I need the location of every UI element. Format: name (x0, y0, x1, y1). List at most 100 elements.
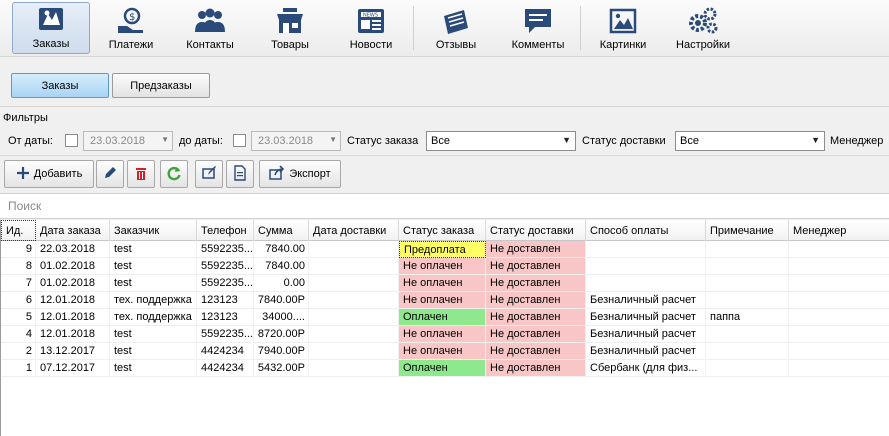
column-header-delivery-date[interactable]: Дата доставки (309, 220, 399, 241)
column-header-payment-method[interactable]: Способ оплаты (586, 220, 706, 241)
ribbon-contacts[interactable]: Контакты (178, 2, 242, 54)
export-button-label: Экспорт (289, 168, 331, 180)
table-row[interactable]: 8 01.02.2018 test 5592235... 7840.00 Не оплач… (1, 258, 889, 275)
cell-delivery-status: Не доставлен (486, 292, 586, 309)
ribbon-comments[interactable]: Комменты (504, 2, 572, 54)
search-placeholder: Поиск (8, 199, 42, 213)
cell-id: 1 (1, 360, 36, 377)
column-header-manager[interactable]: Менеджер (789, 220, 889, 241)
cell-id: 7 (1, 275, 36, 292)
cell-sum: 7840.00 (254, 258, 309, 275)
cell-delivery-date (309, 309, 399, 326)
add-button[interactable]: Добавить (4, 160, 94, 188)
pictures-icon (606, 6, 640, 36)
cell-sum: 7840.00 (254, 241, 309, 258)
cell-order-date: 22.03.2018 (36, 241, 110, 258)
column-header-delivery-status[interactable]: Статус доставки (486, 220, 586, 241)
date-to-label: до даты: (179, 135, 223, 147)
delete-button[interactable] (127, 160, 155, 188)
refresh-button[interactable] (160, 160, 188, 188)
cell-sum: 7840.00Р (254, 292, 309, 309)
cell-id: 8 (1, 258, 36, 275)
cell-manager (789, 360, 889, 377)
cell-order-date: 12.01.2018 (36, 292, 110, 309)
cell-phone: 5592235... (197, 326, 254, 343)
ribbon-settings[interactable]: Настройки (670, 2, 736, 54)
table-row[interactable]: 6 12.01.2018 тех. поддержка 123123 7840.00Р Н… (1, 292, 889, 309)
ribbon-pictures[interactable]: Картинки (592, 2, 654, 54)
column-header-note[interactable]: Примечание (706, 220, 789, 241)
date-to-checkbox[interactable] (233, 134, 246, 147)
table-row[interactable]: 1 07.12.2017 test 4424234 5432.00Р Оплачен Не … (1, 360, 889, 377)
chevron-down-icon: ▼ (811, 135, 820, 145)
ribbon-orders[interactable]: Заказы (12, 2, 90, 54)
comments-icon (521, 6, 555, 36)
column-header-phone[interactable]: Телефон (197, 220, 254, 241)
cell-customer: test (110, 326, 197, 343)
table-row[interactable]: 5 12.01.2018 тех. поддержка 123123 34000....… (1, 309, 889, 326)
cell-order-date: 01.02.2018 (36, 258, 110, 275)
cell-delivery-date (309, 360, 399, 377)
cell-phone: 5592235... (197, 258, 254, 275)
cell-manager (789, 309, 889, 326)
cell-manager (789, 241, 889, 258)
ribbon-goods[interactable]: Товары (262, 2, 318, 54)
column-header-order-status[interactable]: Статус заказа (399, 220, 486, 241)
cell-delivery-status: Не доставлен (486, 275, 586, 292)
export-button[interactable]: Экспорт (259, 160, 341, 188)
tab-preorders[interactable]: Предзаказы (112, 73, 210, 98)
cell-note (706, 258, 789, 275)
tab-orders[interactable]: Заказы (11, 73, 109, 98)
cell-note (706, 326, 789, 343)
table-header: Ид. Дата заказа Заказчик Телефон Сумма Дата д… (1, 220, 889, 241)
cell-phone: 5592235... (197, 241, 254, 258)
ribbon-payments[interactable]: $ Платежи (100, 2, 162, 54)
cell-order-status: Не оплачен (399, 326, 486, 343)
order-status-select[interactable]: Все ▼ (426, 131, 576, 151)
table-row[interactable]: 4 12.01.2018 test 5592235... 8720.00Р Не опла… (1, 326, 889, 343)
report-button[interactable] (226, 160, 254, 188)
ribbon-news[interactable]: NEWS Новости (340, 2, 402, 54)
cell-order-status: Не оплачен (399, 258, 486, 275)
table-row[interactable]: 2 13.12.2017 test 4424234 7940.00Р Не оплачен… (1, 343, 889, 360)
delivery-status-select[interactable]: Все ▼ (675, 131, 825, 151)
chevron-down-icon: ▼ (161, 135, 169, 144)
add-button-label: Добавить (33, 168, 83, 180)
edit-button[interactable] (96, 160, 124, 188)
document-edit-button[interactable] (195, 160, 223, 188)
cell-customer: test (110, 360, 197, 377)
cell-delivery-status: Не доставлен (486, 309, 586, 326)
table-row[interactable]: 7 01.02.2018 test 5592235... 0.00 Не оплачен Н… (1, 275, 889, 292)
cell-customer: test (110, 275, 197, 292)
ribbon-reviews[interactable]: Отзывы (426, 2, 486, 54)
column-header-id[interactable]: Ид. (1, 220, 36, 241)
date-to-value: 23.03.2018 (258, 135, 314, 147)
ribbon-comments-label: Комменты (511, 39, 565, 51)
cell-manager (789, 326, 889, 343)
cell-id: 9 (1, 241, 36, 258)
date-to-picker[interactable]: 23.03.2018 ▼ (251, 131, 341, 151)
cell-note (706, 343, 789, 360)
cell-payment-method (586, 258, 706, 275)
column-header-customer[interactable]: Заказчик (110, 220, 197, 241)
cell-order-status: Не оплачен (399, 292, 486, 309)
cell-sum: 0.00 (254, 275, 309, 292)
cell-id: 6 (1, 292, 36, 309)
manager-label: Менеджер (830, 135, 884, 147)
table-row[interactable]: 9 22.03.2018 test 5592235... 7840.00 Предопла… (1, 241, 889, 258)
cell-delivery-status: Не доставлен (486, 241, 586, 258)
trash-icon (133, 165, 149, 184)
main-ribbon: Заказы $ Платежи Контакты Товары NEWS Но… (0, 0, 889, 57)
cell-order-date: 12.01.2018 (36, 326, 110, 343)
date-from-checkbox[interactable] (65, 134, 78, 147)
svg-text:$: $ (129, 12, 135, 23)
cell-customer: test (110, 258, 197, 275)
cell-delivery-date (309, 258, 399, 275)
settings-icon (686, 6, 720, 36)
search-input[interactable]: Поиск (0, 193, 889, 219)
column-header-order-date[interactable]: Дата заказа (36, 220, 110, 241)
cell-payment-method (586, 275, 706, 292)
ribbon-news-label: Новости (349, 39, 393, 51)
column-header-sum[interactable]: Сумма (254, 220, 309, 241)
date-from-picker[interactable]: 23.03.2018 ▼ (83, 131, 173, 151)
